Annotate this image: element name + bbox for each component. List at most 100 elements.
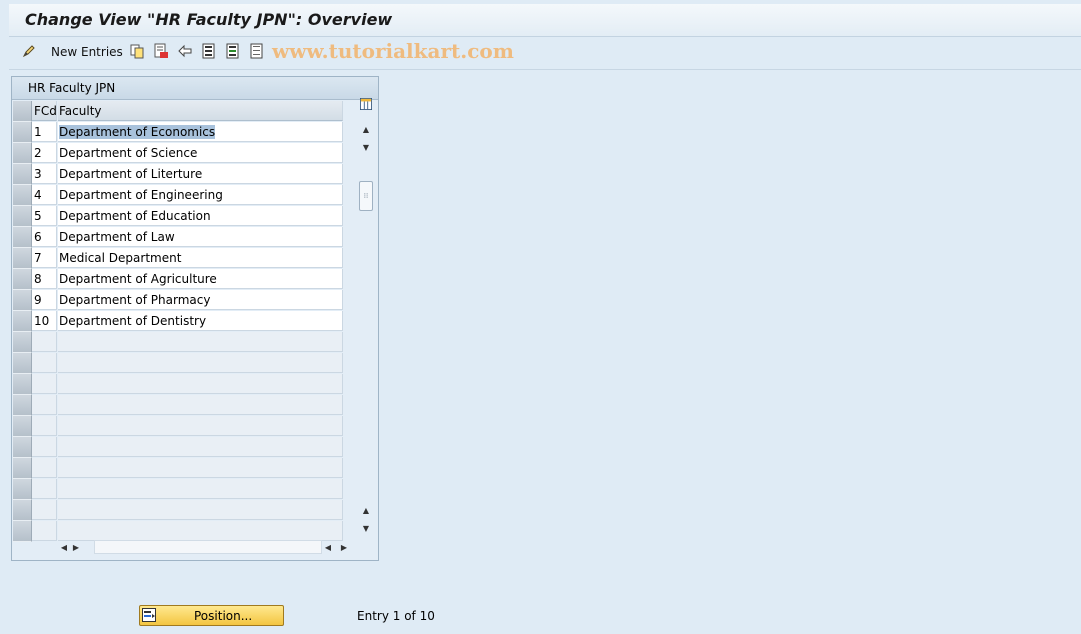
column-config-icon[interactable] — [360, 98, 372, 110]
fcd-cell[interactable] — [32, 458, 57, 478]
select-block-icon[interactable] — [225, 43, 241, 59]
fcd-cell[interactable] — [32, 374, 57, 394]
faculty-cell[interactable]: Department of Engineering — [58, 185, 343, 205]
table-row-empty[interactable] — [13, 521, 343, 542]
fcd-cell[interactable] — [32, 521, 57, 541]
faculty-cell[interactable] — [58, 521, 343, 541]
fcd-cell[interactable]: 8 — [32, 269, 57, 289]
fcd-cell[interactable]: 7 — [32, 248, 57, 268]
table-row[interactable]: 4 Department of Engineering — [13, 185, 343, 206]
faculty-cell[interactable]: Medical Department — [58, 248, 343, 268]
column-header-fcd[interactable]: FCd — [32, 101, 57, 121]
scroll-down-icon[interactable]: ▼ — [360, 141, 372, 153]
row-select-handle[interactable] — [13, 521, 32, 542]
faculty-cell[interactable]: Department of Law — [58, 227, 343, 247]
table-row-empty[interactable] — [13, 416, 343, 437]
table-row[interactable]: 2 Department of Science — [13, 143, 343, 164]
delete-icon[interactable] — [153, 43, 169, 59]
fcd-cell[interactable] — [32, 332, 57, 352]
faculty-cell[interactable]: Department of Literture — [58, 164, 343, 184]
fcd-cell[interactable]: 1 — [32, 122, 57, 142]
table-row-empty[interactable] — [13, 458, 343, 479]
select-all-rows-handle[interactable] — [13, 101, 32, 122]
fcd-cell[interactable]: 3 — [32, 164, 57, 184]
row-select-handle[interactable] — [13, 122, 32, 143]
faculty-cell[interactable] — [58, 479, 343, 499]
faculty-cell[interactable]: Department of Pharmacy — [58, 290, 343, 310]
row-select-handle[interactable] — [13, 374, 32, 395]
row-select-handle[interactable] — [13, 311, 32, 332]
row-select-handle[interactable] — [13, 227, 32, 248]
faculty-cell[interactable] — [58, 416, 343, 436]
faculty-cell[interactable] — [58, 395, 343, 415]
table-row-empty[interactable] — [13, 374, 343, 395]
scroll-right-icon[interactable]: ▶ — [338, 541, 350, 553]
vertical-scrollbar[interactable]: ▲ ▼ ⁞⁞ ▲ ▼ — [356, 98, 376, 539]
table-row[interactable]: 8 Department of Agriculture — [13, 269, 343, 290]
table-row[interactable]: 7 Medical Department — [13, 248, 343, 269]
row-select-handle[interactable] — [13, 500, 32, 521]
horizontal-scrollbar-faculty[interactable]: ◀ ▶ — [94, 540, 350, 554]
scroll-down-bottom-icon[interactable]: ▼ — [360, 522, 372, 534]
table-row[interactable]: 1 Department of Economics — [13, 122, 343, 143]
horizontal-scroll-track[interactable] — [94, 540, 322, 554]
table-row[interactable]: 3 Department of Literture — [13, 164, 343, 185]
fcd-cell[interactable]: 4 — [32, 185, 57, 205]
deselect-all-icon[interactable] — [249, 43, 265, 59]
faculty-cell[interactable]: Department of Science — [58, 143, 343, 163]
row-select-handle[interactable] — [13, 269, 32, 290]
table-row[interactable]: 10 Department of Dentistry — [13, 311, 343, 332]
faculty-cell[interactable] — [58, 458, 343, 478]
row-select-handle[interactable] — [13, 248, 32, 269]
faculty-cell[interactable] — [58, 353, 343, 373]
faculty-cell[interactable] — [58, 437, 343, 457]
row-select-handle[interactable] — [13, 416, 32, 437]
row-select-handle[interactable] — [13, 290, 32, 311]
column-header-faculty[interactable]: Faculty — [58, 101, 343, 121]
scroll-up-bottom-icon[interactable]: ▲ — [360, 504, 372, 516]
table-row[interactable]: 5 Department of Education — [13, 206, 343, 227]
table-row-empty[interactable] — [13, 437, 343, 458]
row-select-handle[interactable] — [13, 164, 32, 185]
faculty-cell[interactable] — [58, 500, 343, 520]
table-row-empty[interactable] — [13, 500, 343, 521]
fcd-cell[interactable] — [32, 353, 57, 373]
faculty-cell[interactable] — [58, 332, 343, 352]
fcd-cell[interactable] — [32, 395, 57, 415]
table-row-empty[interactable] — [13, 395, 343, 416]
fcd-cell[interactable]: 10 — [32, 311, 57, 331]
fcd-cell[interactable] — [32, 479, 57, 499]
fcd-cell[interactable]: 5 — [32, 206, 57, 226]
table-row[interactable]: 9 Department of Pharmacy — [13, 290, 343, 311]
copy-icon[interactable] — [129, 43, 145, 59]
fcd-cell[interactable] — [32, 416, 57, 436]
table-row-empty[interactable] — [13, 332, 343, 353]
fcd-cell[interactable] — [32, 500, 57, 520]
row-select-handle[interactable] — [13, 353, 32, 374]
row-select-handle[interactable] — [13, 437, 32, 458]
edit-pencil-icon[interactable] — [21, 43, 37, 59]
fcd-cell[interactable]: 2 — [32, 143, 57, 163]
row-select-handle[interactable] — [13, 185, 32, 206]
scroll-right-icon[interactable]: ▶ — [70, 541, 82, 553]
faculty-cell[interactable]: Department of Dentistry — [58, 311, 343, 331]
faculty-cell[interactable] — [58, 374, 343, 394]
new-entries-button[interactable]: New Entries — [51, 45, 123, 59]
row-select-handle[interactable] — [13, 458, 32, 479]
table-row[interactable]: 6 Department of Law — [13, 227, 343, 248]
scroll-up-icon[interactable]: ▲ — [360, 123, 372, 135]
table-row-empty[interactable] — [13, 353, 343, 374]
row-select-handle[interactable] — [13, 332, 32, 353]
fcd-cell[interactable]: 6 — [32, 227, 57, 247]
scroll-left-icon[interactable]: ◀ — [58, 541, 70, 553]
select-all-icon[interactable] — [201, 43, 217, 59]
position-button[interactable]: Position... — [139, 605, 284, 626]
fcd-cell[interactable] — [32, 437, 57, 457]
horizontal-scrollbar-fcd[interactable]: ◀ ▶ — [58, 540, 82, 554]
scroll-thumb[interactable]: ⁞⁞ — [359, 181, 373, 211]
faculty-cell[interactable]: Department of Education — [58, 206, 343, 226]
fcd-cell[interactable]: 9 — [32, 290, 57, 310]
undo-icon[interactable] — [177, 43, 193, 59]
scroll-left-icon[interactable]: ◀ — [322, 541, 334, 553]
row-select-handle[interactable] — [13, 143, 32, 164]
